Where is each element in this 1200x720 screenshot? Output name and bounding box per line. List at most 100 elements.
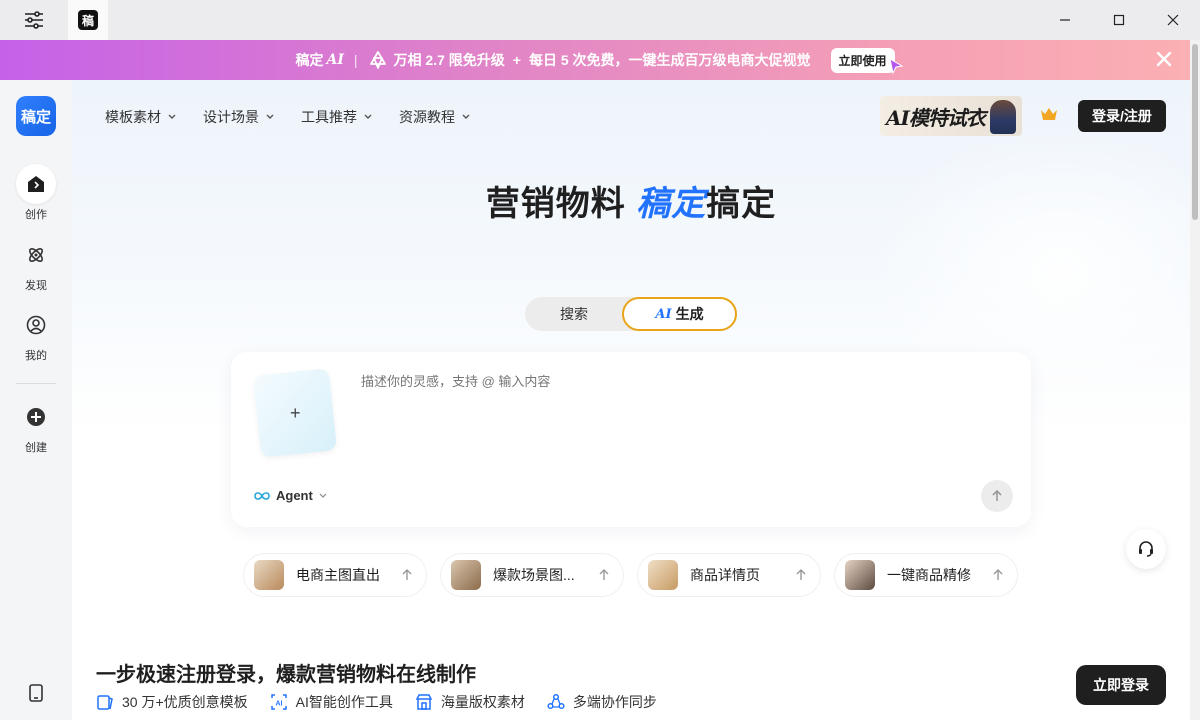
nav-tools[interactable]: 工具推荐: [301, 107, 373, 127]
prompt-input[interactable]: [361, 374, 1001, 389]
add-circle-icon: [27, 408, 45, 426]
banner-brand-ai: AI: [326, 52, 344, 68]
ai-tool-icon: AI: [270, 694, 287, 710]
window-titlebar: 稿: [0, 0, 1200, 40]
banner-plus: +: [512, 52, 521, 68]
close-icon: [1167, 14, 1179, 26]
suggestion-chip[interactable]: 电商主图直出: [243, 553, 427, 597]
nav-scenes[interactable]: 设计场景: [203, 107, 275, 127]
suggestion-chip[interactable]: 一键商品精修: [834, 553, 1018, 597]
feature-label: AI智能创作工具: [295, 694, 393, 710]
nav-label: 资源教程: [399, 109, 455, 125]
chevron-down-icon: [266, 114, 274, 119]
sidebar-item-mine[interactable]: 我的: [0, 305, 72, 363]
sidebar-divider: [16, 383, 56, 384]
sidebar-item-create[interactable]: 创作: [0, 164, 72, 222]
hero-title-part: 搞定: [706, 185, 777, 223]
hero-title: 营销物料 稿定搞定: [72, 176, 1190, 225]
home-icon: [28, 176, 44, 192]
promo-banner[interactable]: 稿定 AI | 万相 2.7 限免升级 + 每日 5 次免费，一键生成百万级电商…: [0, 40, 1190, 80]
agent-label: Agent: [276, 488, 313, 503]
wanxiang-logo-icon: [368, 50, 388, 70]
sliders-icon: [25, 11, 43, 29]
chip-label: 一键商品精修: [887, 567, 971, 583]
chip-thumbnail-image: [845, 560, 875, 590]
close-window-button[interactable]: [1146, 0, 1200, 40]
chip-label: 电商主图直出: [296, 567, 380, 583]
nav-templates[interactable]: 模板素材: [105, 107, 177, 127]
banner-offer: 每日 5 次免费，一键生成百万级电商大促视觉: [528, 52, 811, 68]
chevron-down-icon: [168, 114, 176, 119]
prompt-panel: + Agent: [231, 352, 1031, 527]
arrow-up-icon: [402, 569, 412, 580]
nav-label: 工具推荐: [301, 109, 357, 125]
infinity-icon: [254, 491, 270, 500]
login-now-button[interactable]: 立即登录: [1076, 665, 1166, 705]
cursor-icon: [888, 57, 903, 74]
nav-label: 设计场景: [203, 109, 259, 125]
ai-logo-icon: AI: [655, 306, 672, 322]
nav-resources[interactable]: 资源教程: [399, 107, 471, 127]
sidebar-item-label: 发现: [25, 280, 47, 292]
settings-menu-button[interactable]: [0, 0, 68, 40]
chip-thumbnail-image: [451, 560, 481, 590]
image-upload-button[interactable]: +: [252, 368, 338, 458]
send-button[interactable]: [981, 480, 1013, 512]
crown-icon: [1041, 108, 1057, 120]
arrow-up-icon: [993, 569, 1003, 580]
feature-label: 海量版权素材: [440, 694, 525, 710]
discover-icon: [29, 248, 43, 262]
hero-title-highlight: 稿定: [636, 185, 707, 223]
agent-selector[interactable]: Agent: [253, 488, 328, 503]
page-scrollbar[interactable]: [1190, 40, 1200, 720]
vip-button[interactable]: [1040, 106, 1058, 127]
sidebar-logo[interactable]: 稿定: [16, 96, 56, 136]
templates-icon: [97, 695, 113, 710]
maximize-icon: [1113, 14, 1125, 26]
mobile-device-button[interactable]: [26, 683, 46, 708]
main-content: 模板素材 设计场景 工具推荐 资源教程 AI模特试衣 登录/注册 营销物料 稿定…: [72, 80, 1190, 720]
quick-suggestions: 电商主图直出 爆款场景图... 商品详情页 一键商品精修: [243, 553, 1018, 597]
app-tab[interactable]: 稿: [68, 0, 108, 40]
ai-model-tryon-promo[interactable]: AI模特试衣: [880, 96, 1022, 136]
sidebar-item-discover[interactable]: 发现: [0, 235, 72, 293]
arrow-up-icon: [599, 569, 609, 580]
banner-brand: 稿定: [295, 52, 324, 68]
feature-label: 多端协作同步: [572, 694, 657, 710]
nav-label: 模板素材: [105, 109, 161, 125]
use-now-button[interactable]: 立即使用: [830, 47, 903, 74]
chip-label: 商品详情页: [690, 567, 760, 583]
suggestion-chip[interactable]: 爆款场景图...: [440, 553, 624, 597]
plus-icon: +: [289, 402, 301, 423]
close-icon: [1156, 51, 1172, 67]
sidebar-item-label: 我的: [25, 350, 47, 362]
use-now-label: 立即使用: [838, 53, 887, 68]
sidebar-item-new[interactable]: 创建: [0, 397, 72, 455]
customer-support-button[interactable]: [1126, 529, 1166, 569]
feature-list: 30 万+优质创意模板 AI AI智能创作工具 海量版权素材 多端协作同步: [96, 692, 657, 712]
chevron-down-icon: [364, 114, 372, 119]
suggestion-chip[interactable]: 商品详情页: [637, 553, 821, 597]
sidebar: 稿定 创作 发现 我的 创建: [0, 80, 72, 720]
maximize-button[interactable]: [1092, 0, 1146, 40]
mode-toggle: 搜索 AI 生成: [525, 297, 737, 331]
generate-mode-tab[interactable]: AI 生成: [622, 297, 737, 331]
arrow-up-icon: [992, 489, 1002, 501]
user-icon: [26, 315, 46, 335]
chip-thumbnail-image: [254, 560, 284, 590]
tab-label: 生成: [675, 306, 704, 322]
register-promo-title: 一步极速注册登录，爆款营销物料在线制作: [96, 664, 476, 686]
arrow-up-icon: [796, 569, 806, 580]
app-tab-logo: 稿: [78, 10, 98, 30]
feature-item: 30 万+优质创意模板: [96, 692, 248, 712]
banner-product: 万相 2.7 限免升级: [393, 52, 505, 68]
headset-icon: [1139, 541, 1153, 557]
minimize-icon: [1060, 19, 1070, 21]
top-navigation: 模板素材 设计场景 工具推荐 资源教程: [105, 107, 471, 127]
login-register-button[interactable]: 登录/注册: [1078, 100, 1166, 132]
scrollbar-thumb[interactable]: [1192, 44, 1198, 220]
search-mode-tab[interactable]: 搜索: [525, 297, 623, 331]
collaboration-icon: [547, 693, 565, 710]
close-banner-button[interactable]: [1156, 51, 1172, 70]
minimize-button[interactable]: [1038, 0, 1092, 40]
